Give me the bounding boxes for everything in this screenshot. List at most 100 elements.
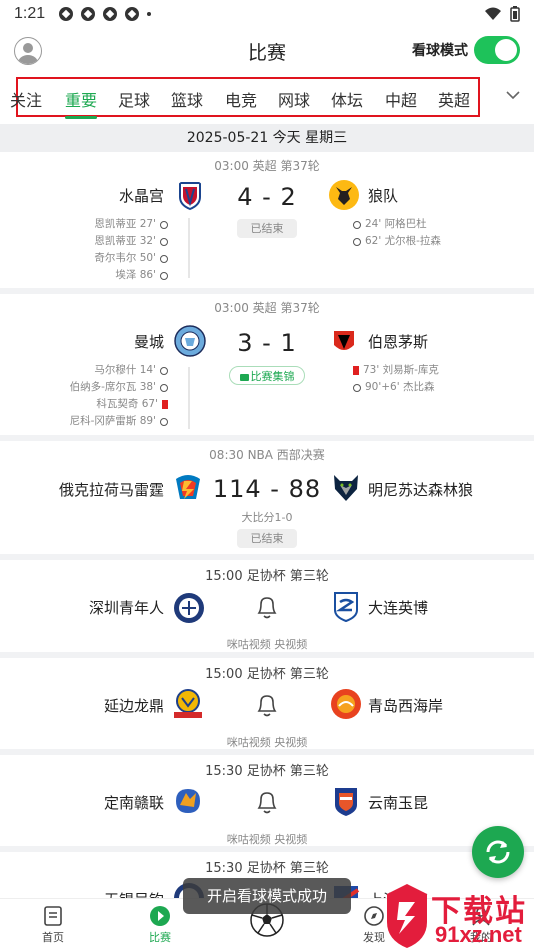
- more-notifications-icon: [147, 12, 152, 16]
- match-card[interactable]: 08:30 NBA 西部决赛 俄克拉荷马雷霆 114 - 88 大比分1-0 已…: [0, 441, 534, 560]
- qingdao-west-coast-logo-icon: [331, 689, 361, 719]
- home-events: 马尔穆什 14' 伯纳多-席尔瓦 38' 科瓦契奇 67' 尼科-冈萨雷斯 89…: [70, 362, 168, 430]
- video-icon: [239, 373, 249, 381]
- goal-icon: [160, 271, 168, 280]
- match-status-badge: 已结束: [237, 529, 297, 548]
- timberwolves-logo-icon: [334, 475, 358, 501]
- dingnan-ganlian-logo-icon: [176, 789, 200, 813]
- tab-tennis[interactable]: 网球: [278, 87, 310, 111]
- away-events: 73' 刘易斯-库克 90'+6' 杰比森: [353, 362, 439, 396]
- refresh-icon: [486, 840, 510, 864]
- category-tabs: 关注 重要 足球 篮球 电竞 网球 体坛 中超 英超: [0, 74, 534, 120]
- tab-sports-forum[interactable]: 体坛: [331, 87, 363, 111]
- watermark-logo-icon: [387, 884, 427, 948]
- away-team: 青岛西海岸: [368, 697, 444, 715]
- red-card-icon: [162, 400, 168, 409]
- match-card[interactable]: 15:30 足协杯 第三轮 定南赣联 云南玉昆 咪咕视频 央视频: [0, 755, 534, 852]
- play-icon: [150, 906, 170, 926]
- goal-event: 马尔穆什 14': [94, 364, 156, 376]
- goal-event: 尼科-冈萨雷斯 89': [69, 415, 156, 427]
- tab-football[interactable]: 足球: [118, 87, 150, 111]
- home-events: 恩凯蒂亚 27' 恩凯蒂亚 32' 奇尔韦尔 50' 埃泽 86': [94, 216, 168, 284]
- bell-icon[interactable]: [255, 594, 279, 620]
- match-score: 114 - 88: [212, 475, 322, 503]
- soccer-notification-icon: [103, 7, 118, 21]
- soccer-notification-icon: [81, 7, 96, 21]
- match-meta: 15:30 足协杯 第三轮: [205, 764, 329, 779]
- watermark: 下载站 91xz.net: [385, 882, 534, 950]
- match-meta: 15:30 足协杯 第三轮: [205, 861, 329, 876]
- bell-icon[interactable]: [255, 789, 279, 815]
- nav-matches[interactable]: 比赛: [130, 905, 190, 945]
- nav-discover-label: 发现: [363, 931, 385, 944]
- chevron-down-icon[interactable]: [506, 88, 520, 102]
- nav-home[interactable]: 首页: [23, 905, 83, 945]
- notification-icons: [59, 7, 152, 21]
- bournemouth-logo-icon: [329, 326, 359, 356]
- match-meta: 15:00 足协杯 第三轮: [205, 569, 329, 584]
- battery-icon: [510, 6, 520, 22]
- toast-message: 开启看球模式成功: [183, 878, 351, 914]
- broadcast-channels: 咪咕视频 央视频: [226, 833, 308, 846]
- avatar[interactable]: [14, 37, 42, 65]
- home-team: 定南赣联: [103, 794, 164, 812]
- bell-icon[interactable]: [255, 692, 279, 718]
- goal-icon: [353, 220, 361, 229]
- goal-event: 伯纳多-席尔瓦 38': [69, 381, 156, 393]
- broadcast-channels: 咪咕视频 央视频: [226, 638, 308, 651]
- status-time: 1:21: [14, 5, 46, 22]
- goal-icon: [160, 220, 168, 229]
- tab-epl[interactable]: 英超: [438, 87, 470, 111]
- red-card-event: 科瓦契奇 67': [96, 398, 158, 410]
- goal-icon: [353, 237, 361, 246]
- status-bar: 1:21: [0, 0, 534, 28]
- tab-follow[interactable]: 关注: [10, 87, 42, 111]
- match-score: 4 - 2: [237, 183, 297, 211]
- notification-icon: [59, 7, 74, 21]
- away-team: 明尼苏达森林狼: [368, 481, 474, 499]
- watermark-url: 91xz.net: [435, 922, 522, 947]
- tab-important[interactable]: 重要: [65, 87, 98, 119]
- match-card[interactable]: 15:00 足协杯 第三轮 深圳青年人 大连英博 咪咕视频 央视频: [0, 560, 534, 658]
- timeline-line: [188, 218, 190, 278]
- highlights-button[interactable]: 比赛集锦: [229, 366, 305, 385]
- wolves-logo-icon: [329, 180, 359, 210]
- match-meta: 03:00 英超 第37轮: [214, 301, 320, 315]
- match-card[interactable]: 15:00 足协杯 第三轮 延边龙鼎 青岛西海岸 咪咕视频 央视频: [0, 658, 534, 755]
- highlights-label: 比赛集锦: [250, 370, 295, 383]
- yanbian-longding-logo-icon: [174, 689, 202, 718]
- goal-icon: [160, 237, 168, 246]
- goal-event: 埃泽 86': [115, 269, 156, 281]
- nav-home-label: 首页: [42, 931, 64, 944]
- refresh-button[interactable]: [472, 826, 524, 878]
- match-meta: 03:00 英超 第37轮: [214, 159, 320, 173]
- goal-event: 62' 尤尔根-拉森: [365, 235, 441, 247]
- goal-event: 90'+6' 杰比森: [365, 381, 435, 393]
- away-events: 24' 阿格巴杜 62' 尤尔根-拉森: [353, 216, 441, 250]
- tab-csl[interactable]: 中超: [385, 87, 417, 111]
- goal-event: 24' 阿格巴杜: [365, 218, 427, 230]
- app-header: 比赛 看球模式: [0, 28, 534, 74]
- away-team: 云南玉昆: [368, 794, 429, 812]
- yunnan-yukun-logo-icon: [335, 788, 357, 816]
- home-team: 延边龙鼎: [103, 697, 164, 715]
- watch-mode: 看球模式: [412, 36, 520, 64]
- match-status-badge: 已结束: [237, 219, 297, 238]
- nav-matches-label: 比赛: [149, 931, 171, 944]
- match-card[interactable]: 03:00 英超 第37轮 曼城 3 - 1 比赛集锦 伯恩茅斯 马尔穆什 14…: [0, 294, 534, 441]
- home-team: 水晶宫: [118, 187, 164, 205]
- match-meta: 15:00 足协杯 第三轮: [205, 667, 329, 682]
- goal-event: 奇尔韦尔 50': [94, 252, 156, 264]
- home-team: 深圳青年人: [88, 599, 164, 617]
- away-team: 狼队: [368, 187, 399, 205]
- watch-mode-label: 看球模式: [412, 43, 468, 59]
- soccer-notification-icon: [125, 7, 140, 21]
- tab-esports[interactable]: 电竞: [225, 87, 257, 111]
- away-team: 伯恩茅斯: [368, 333, 429, 351]
- shenzhen-youth-logo-icon: [174, 593, 204, 623]
- match-card[interactable]: 03:00 英超 第37轮 水晶宫 4 - 2 已结束 狼队 恩凯蒂亚 27' …: [0, 152, 534, 294]
- watch-mode-toggle[interactable]: [474, 36, 520, 64]
- goal-icon: [160, 417, 168, 426]
- broadcast-channels: 咪咕视频 央视频: [226, 736, 308, 749]
- tab-basketball[interactable]: 篮球: [171, 87, 203, 111]
